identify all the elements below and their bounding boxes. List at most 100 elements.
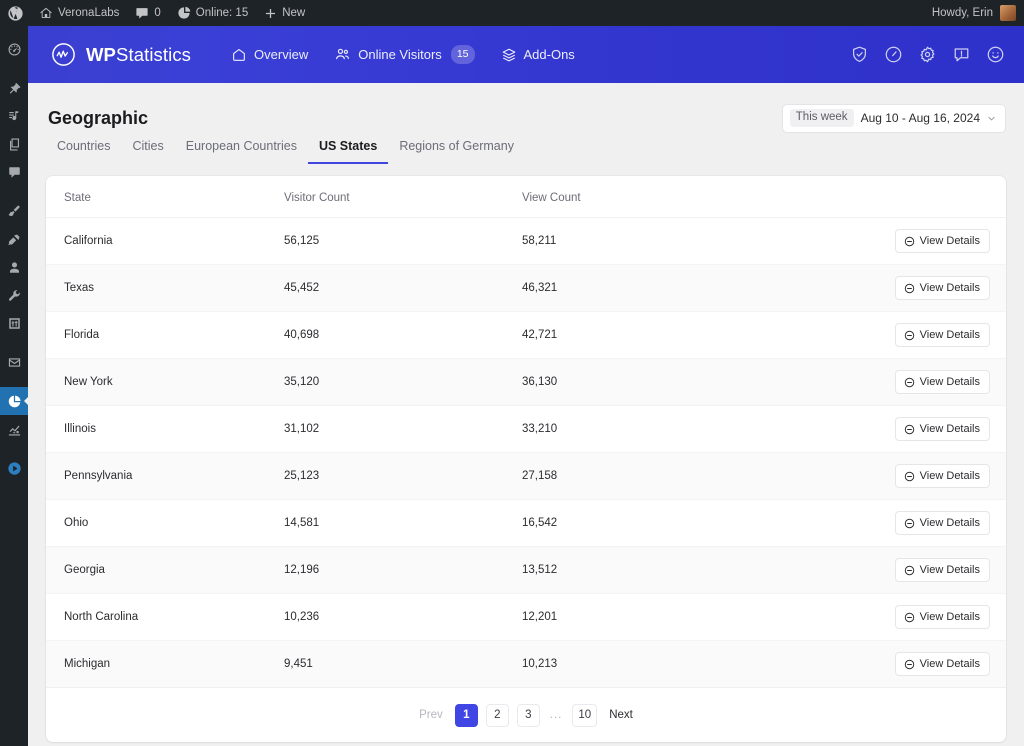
online-visitors-badge: 15 [450, 45, 475, 64]
comments-menu[interactable]: 0 [127, 0, 168, 26]
avatar [1000, 5, 1016, 21]
sidebar-item-analytics[interactable] [0, 415, 28, 443]
view-details-button[interactable]: View Details [894, 652, 990, 676]
wordpress-logo-icon [8, 5, 23, 21]
date-range-picker[interactable]: This week Aug 10 - Aug 16, 2024 [781, 103, 1006, 133]
cell-view-count: 12,201 [522, 593, 890, 641]
sidebar-item-mail[interactable] [0, 348, 28, 376]
view-details-label: View Details [919, 423, 980, 435]
sidebar-item-statistics[interactable] [0, 387, 29, 415]
geographic-tabs: Countries Cities European Countries US S… [46, 135, 1006, 164]
minus-circle-icon [904, 377, 915, 388]
view-details-button[interactable]: View Details [894, 323, 990, 347]
home-icon [39, 6, 53, 20]
pagination-ellipsis: ... [549, 709, 563, 721]
pie-chart-icon [7, 394, 22, 409]
sidebar-item-media-player[interactable] [0, 454, 28, 482]
home-icon [231, 47, 247, 63]
cell-view-count: 27,158 [522, 452, 890, 500]
cell-state: Illinois [46, 405, 284, 453]
cell-actions: View Details [890, 499, 1006, 547]
view-details-button[interactable]: View Details [894, 276, 990, 300]
wpstatistics-logo-icon [50, 41, 77, 68]
smiley-icon[interactable] [985, 44, 1006, 65]
cell-view-count: 42,721 [522, 311, 890, 359]
tab-european-countries[interactable]: European Countries [175, 139, 308, 164]
pagination-page-3[interactable]: 3 [516, 703, 540, 727]
cell-actions: View Details [890, 593, 1006, 641]
pagination-next[interactable]: Next [605, 709, 637, 721]
cell-actions: View Details [890, 264, 1006, 312]
sidebar-item-appearance[interactable] [0, 197, 28, 225]
table-row: Pennsylvania 25,123 27,158 View Details [46, 452, 1006, 500]
comment-bubble-icon [135, 6, 149, 20]
site-name-menu[interactable]: VeronaLabs [31, 0, 127, 26]
cell-visitor-count: 40,698 [284, 311, 522, 359]
column-header-state[interactable]: State [46, 176, 284, 218]
sidebar-item-comments[interactable] [0, 158, 28, 186]
pagination-prev[interactable]: Prev [415, 709, 447, 721]
cell-state: Ohio [46, 499, 284, 547]
gauge-icon[interactable] [883, 44, 904, 65]
minus-circle-icon [904, 471, 915, 482]
nav-item-online-visitors[interactable]: Online Visitors 15 [334, 26, 475, 83]
cell-state: North Carolina [46, 593, 284, 641]
minus-circle-icon [904, 565, 915, 576]
column-header-visitor-count[interactable]: Visitor Count [284, 176, 522, 218]
tab-regions-of-germany[interactable]: Regions of Germany [388, 139, 525, 164]
help-chat-icon[interactable] [951, 44, 972, 65]
cell-state: Texas [46, 264, 284, 312]
cell-view-count: 36,130 [522, 358, 890, 406]
new-content-label: New [282, 7, 306, 19]
my-account-menu[interactable]: Howdy, Erin [932, 5, 1024, 21]
sidebar-item-plugins[interactable] [0, 225, 28, 253]
tab-countries[interactable]: Countries [48, 139, 122, 164]
brand-text: WPStatistics [86, 44, 191, 66]
nav-item-label: Online Visitors [358, 47, 442, 62]
view-details-label: View Details [919, 658, 980, 670]
table-row: Texas 45,452 46,321 View Details [46, 264, 1006, 312]
cell-state: Georgia [46, 546, 284, 594]
sidebar-item-users[interactable] [0, 253, 28, 281]
nav-item-add-ons[interactable]: Add-Ons [501, 26, 575, 83]
view-details-button[interactable]: View Details [894, 605, 990, 629]
gear-icon[interactable] [917, 44, 938, 65]
view-details-button[interactable]: View Details [894, 417, 990, 441]
chevron-down-icon [987, 114, 996, 123]
comment-icon [7, 165, 22, 180]
sidebar-item-media[interactable] [0, 102, 28, 130]
view-details-button[interactable]: View Details [894, 511, 990, 535]
pagination-page-2[interactable]: 2 [485, 703, 509, 727]
cell-visitor-count: 14,581 [284, 499, 522, 547]
view-details-button[interactable]: View Details [894, 464, 990, 488]
minus-circle-icon [904, 612, 915, 623]
sidebar-item-dashboard[interactable] [0, 35, 28, 63]
wp-admin-sidebar [0, 26, 29, 746]
nav-item-overview[interactable]: Overview [231, 26, 308, 83]
table-row: Georgia 12,196 13,512 View Details [46, 546, 1006, 594]
pagination-page-last[interactable]: 10 [572, 703, 598, 727]
view-details-label: View Details [919, 470, 980, 482]
view-details-button[interactable]: View Details [894, 558, 990, 582]
online-visitors-menu[interactable]: Online: 15 [169, 0, 256, 26]
view-details-button[interactable]: View Details [894, 370, 990, 394]
tab-cities[interactable]: Cities [122, 139, 175, 164]
view-details-button[interactable]: View Details [894, 229, 990, 253]
plus-icon [264, 7, 277, 20]
sidebar-item-tools[interactable] [0, 281, 28, 309]
cell-visitor-count: 45,452 [284, 264, 522, 312]
table-row: New York 35,120 36,130 View Details [46, 358, 1006, 406]
wpstatistics-brand[interactable]: WPStatistics [50, 41, 191, 68]
shield-check-icon[interactable] [849, 44, 870, 65]
table-row: North Carolina 10,236 12,201 View Details [46, 593, 1006, 641]
sidebar-item-pages[interactable] [0, 130, 28, 158]
comments-count: 0 [154, 7, 161, 19]
column-header-view-count[interactable]: View Count [522, 176, 890, 218]
sidebar-item-settings[interactable] [0, 309, 28, 337]
tab-us-states[interactable]: US States [307, 139, 389, 164]
table-row: Ohio 14,581 16,542 View Details [46, 499, 1006, 547]
new-content-menu[interactable]: New [256, 0, 313, 26]
wp-logo-menu[interactable] [0, 0, 31, 26]
sidebar-item-posts[interactable] [0, 74, 28, 102]
pagination-page-1[interactable]: 1 [454, 703, 478, 727]
